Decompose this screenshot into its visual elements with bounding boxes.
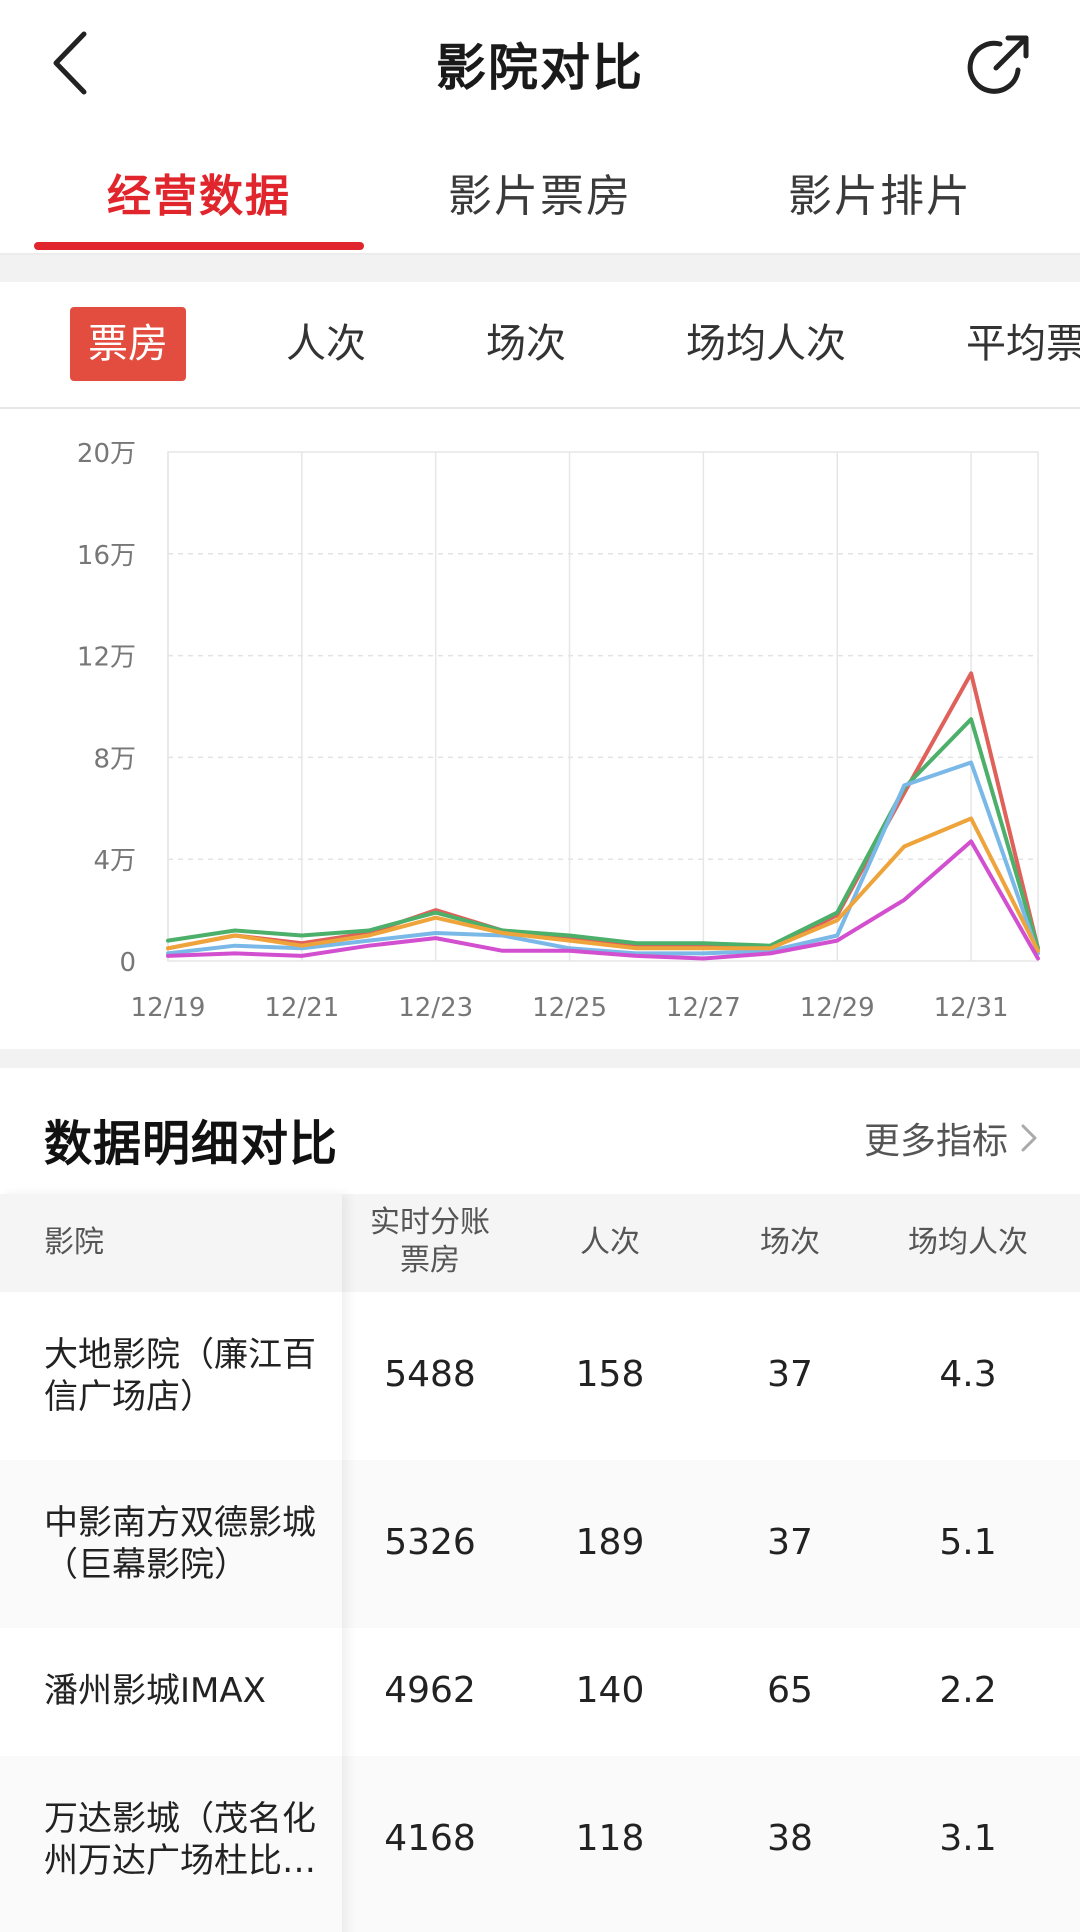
main-tab-bar: 经营数据 影片票房 影片排片 xyxy=(0,125,1080,255)
metric-tab-avg-ticket[interactable]: 平均票 xyxy=(966,307,1080,381)
series-line-1 xyxy=(166,671,1040,951)
tab-film-box-office[interactable]: 影片票房 xyxy=(360,160,720,224)
metric-tab-admissions[interactable]: 人次 xyxy=(286,307,366,381)
admissions-value: 189 xyxy=(575,1522,645,1563)
column-header-avg-admissions: 场均人次 xyxy=(908,1225,1028,1260)
shows-value: 37 xyxy=(767,1354,813,1395)
data-detail-section: 数据明细对比 更多指标 影院 实时分账 票房 人次 场次 场均人次 大地影院（廉… xyxy=(0,1068,1080,1932)
admissions-value: 118 xyxy=(575,1818,645,1859)
y-tick-label: 12万 xyxy=(77,643,136,673)
tab-film-scheduling[interactable]: 影片排片 xyxy=(700,160,1060,224)
box-office-value: 5326 xyxy=(384,1522,476,1563)
page-title: 影院对比 xyxy=(436,39,644,97)
cinema-name: 万达影城（茂名化州万达广场杜比… xyxy=(44,1799,316,1881)
series-line-2 xyxy=(166,717,1040,951)
table-row[interactable]: 万达影城（茂名化州万达广场杜比… 4168 118 38 3.1 xyxy=(0,1756,1080,1932)
column-header-admissions: 人次 xyxy=(580,1225,640,1260)
metric-tab-avg-admissions[interactable]: 场均人次 xyxy=(686,307,846,381)
avg-admissions-value: 3.1 xyxy=(939,1818,997,1859)
line-chart-svg: 0 4万 8万 12万 16万 20万 12/19 12/21 12/23 12/25 12/27 1… xyxy=(77,439,1040,1023)
metric-tab-box-office[interactable]: 票房 xyxy=(70,307,186,381)
column-header-shows: 场次 xyxy=(760,1225,820,1260)
avg-admissions-value: 4.3 xyxy=(939,1354,997,1395)
admissions-value: 158 xyxy=(575,1354,645,1395)
metric-tab-bar: 票房 人次 场次 场均人次 平均票 xyxy=(0,282,1080,409)
box-office-value: 5488 xyxy=(384,1354,476,1395)
x-tick-label: 12/23 xyxy=(398,993,473,1023)
tab-operating-data[interactable]: 经营数据 xyxy=(19,160,379,224)
y-tick-label: 0 xyxy=(119,948,136,978)
table-header: 影院 实时分账 票房 人次 场次 场均人次 xyxy=(0,1194,1080,1292)
section-title: 数据明细对比 xyxy=(44,1116,339,1172)
x-tick-label: 12/27 xyxy=(666,993,741,1023)
cinema-name: 大地影院（廉江百信广场店） xyxy=(44,1335,316,1417)
x-tick-label: 12/25 xyxy=(532,993,607,1023)
cinema-name: 潘州影城IMAX xyxy=(44,1671,266,1711)
table-row[interactable]: 大地影院（廉江百信广场店） 5488 158 37 4.3 xyxy=(0,1292,1080,1460)
table-row[interactable]: 潘州影城IMAX 4962 140 65 2.2 xyxy=(0,1628,1080,1756)
share-icon xyxy=(967,35,1029,94)
more-metrics-link[interactable]: 更多指标 xyxy=(864,1112,1038,1164)
series-line-4 xyxy=(166,816,1040,953)
box-office-value: 4168 xyxy=(384,1818,476,1859)
box-office-value: 4962 xyxy=(384,1670,476,1711)
active-tab-indicator xyxy=(34,242,364,250)
x-tick-label: 12/31 xyxy=(934,993,1009,1023)
cinema-name: 中影南方双德影城（巨幕影院） xyxy=(44,1503,316,1585)
y-tick-label: 16万 xyxy=(77,541,136,571)
y-tick-label: 20万 xyxy=(77,439,136,469)
shows-value: 37 xyxy=(767,1522,813,1563)
y-tick-label: 4万 xyxy=(93,846,136,876)
column-header-cinema: 影院 xyxy=(44,1225,104,1260)
shows-value: 65 xyxy=(767,1670,813,1711)
x-tick-label: 12/21 xyxy=(264,993,339,1023)
app-header: 影院对比 xyxy=(0,0,1080,125)
chevron-right-icon xyxy=(1020,1121,1038,1162)
column-header-box-office: 实时分账 票房 xyxy=(370,1205,490,1278)
shows-value: 38 xyxy=(767,1818,813,1859)
avg-admissions-value: 2.2 xyxy=(939,1670,997,1711)
admissions-value: 140 xyxy=(575,1670,645,1711)
metric-tab-shows[interactable]: 场次 xyxy=(486,307,566,381)
table-row[interactable]: 中影南方双德影城（巨幕影院） 5326 189 37 5.1 xyxy=(0,1460,1080,1628)
box-office-chart: 0 4万 8万 12万 16万 20万 12/19 12/21 12/23 12/25 12/27 1… xyxy=(0,409,1080,1049)
share-button[interactable] xyxy=(966,30,1036,100)
x-tick-label: 12/29 xyxy=(800,993,875,1023)
avg-admissions-value: 5.1 xyxy=(939,1522,997,1563)
plot-area-frame xyxy=(167,451,1039,962)
x-tick-label: 12/19 xyxy=(131,993,206,1023)
y-tick-label: 8万 xyxy=(93,744,136,774)
more-metrics-label: 更多指标 xyxy=(863,1121,1008,1162)
